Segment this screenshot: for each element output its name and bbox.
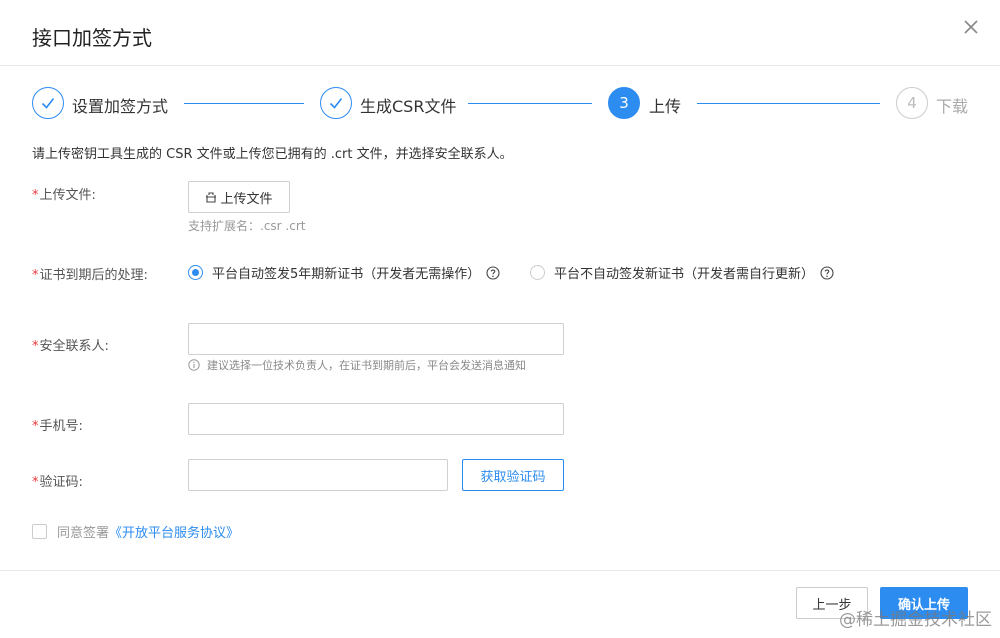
contact-tip: 建议选择一位技术负责人，在证书到期前后，平台会发送消息通知 [188,357,526,373]
steps-bar: 设置加签方式 生成CSR文件 3 上传 4 下载 [0,86,1000,122]
step-2-check-icon [320,87,352,119]
expiry-option-auto[interactable]: 平台自动签发5年期新证书（开发者无需操作） [188,263,500,282]
get-code-button[interactable]: 获取验证码 [462,459,564,491]
intro-text: 请上传密钥工具生成的 CSR 文件或上传您已拥有的 .crt 文件，并选择安全联… [32,147,513,162]
contact-tip-text: 建议选择一位技术负责人，在证书到期前后，平台会发送消息通知 [207,359,526,372]
expiry-label: *证书到期后的处理: [32,268,148,283]
agreement-row: 同意签署 《开放平台服务协议》 [32,522,239,541]
info-icon [188,359,200,371]
contact-label: *安全联系人: [32,339,109,354]
expiry-option-manual-label: 平台不自动签发新证书（开发者需自行更新） [554,267,815,282]
dialog-title: 接口加签方式 [32,26,152,50]
step-4-label: 下载 [936,97,969,116]
upload-icon [206,192,217,203]
code-label: *验证码: [32,475,83,490]
upload-hint: 支持扩展名：.csr .crt [188,219,306,233]
help-icon[interactable] [486,265,500,280]
step-3-label: 上传 [649,97,682,116]
watermark: @稀土掘金技术社区 [839,610,992,630]
step-1-label: 设置加签方式 [72,97,169,116]
agreement-link[interactable]: 《开放平台服务协议》 [109,522,239,541]
required-mark: * [32,188,39,203]
dialog-header: 接口加签方式 [0,0,1000,66]
close-icon[interactable] [960,16,982,38]
required-mark: * [32,339,39,354]
dialog: 接口加签方式 设置加签方式 生成CSR文件 3 上传 4 下载 请上传密钥工具生… [0,0,1000,638]
step-4-number: 4 [896,87,928,119]
contact-input[interactable] [188,323,564,355]
upload-file-label: *上传文件: [32,188,96,203]
step-2-label: 生成CSR文件 [360,97,457,116]
expiry-option-auto-label: 平台自动签发5年期新证书（开发者无需操作） [212,267,481,282]
code-input[interactable] [188,459,448,491]
phone-label: *手机号: [32,419,83,434]
agreement-checkbox[interactable] [32,524,47,539]
phone-input[interactable] [188,403,564,435]
required-mark: * [32,419,39,434]
step-1-check-icon [32,87,64,119]
radio-button-checked[interactable] [188,265,203,280]
agreement-prefix: 同意签署 [57,526,110,541]
step-connector [184,103,304,104]
radio-button[interactable] [530,265,545,280]
step-connector [468,103,592,104]
expiry-option-manual[interactable]: 平台不自动签发新证书（开发者需自行更新） [530,263,834,282]
upload-button-label: 上传文件 [220,191,273,207]
help-icon[interactable] [820,265,834,280]
upload-file-button[interactable]: 上传文件 [188,181,290,213]
required-mark: * [32,475,39,490]
step-3-number: 3 [608,87,640,119]
required-mark: * [32,268,39,283]
step-connector [697,103,880,104]
